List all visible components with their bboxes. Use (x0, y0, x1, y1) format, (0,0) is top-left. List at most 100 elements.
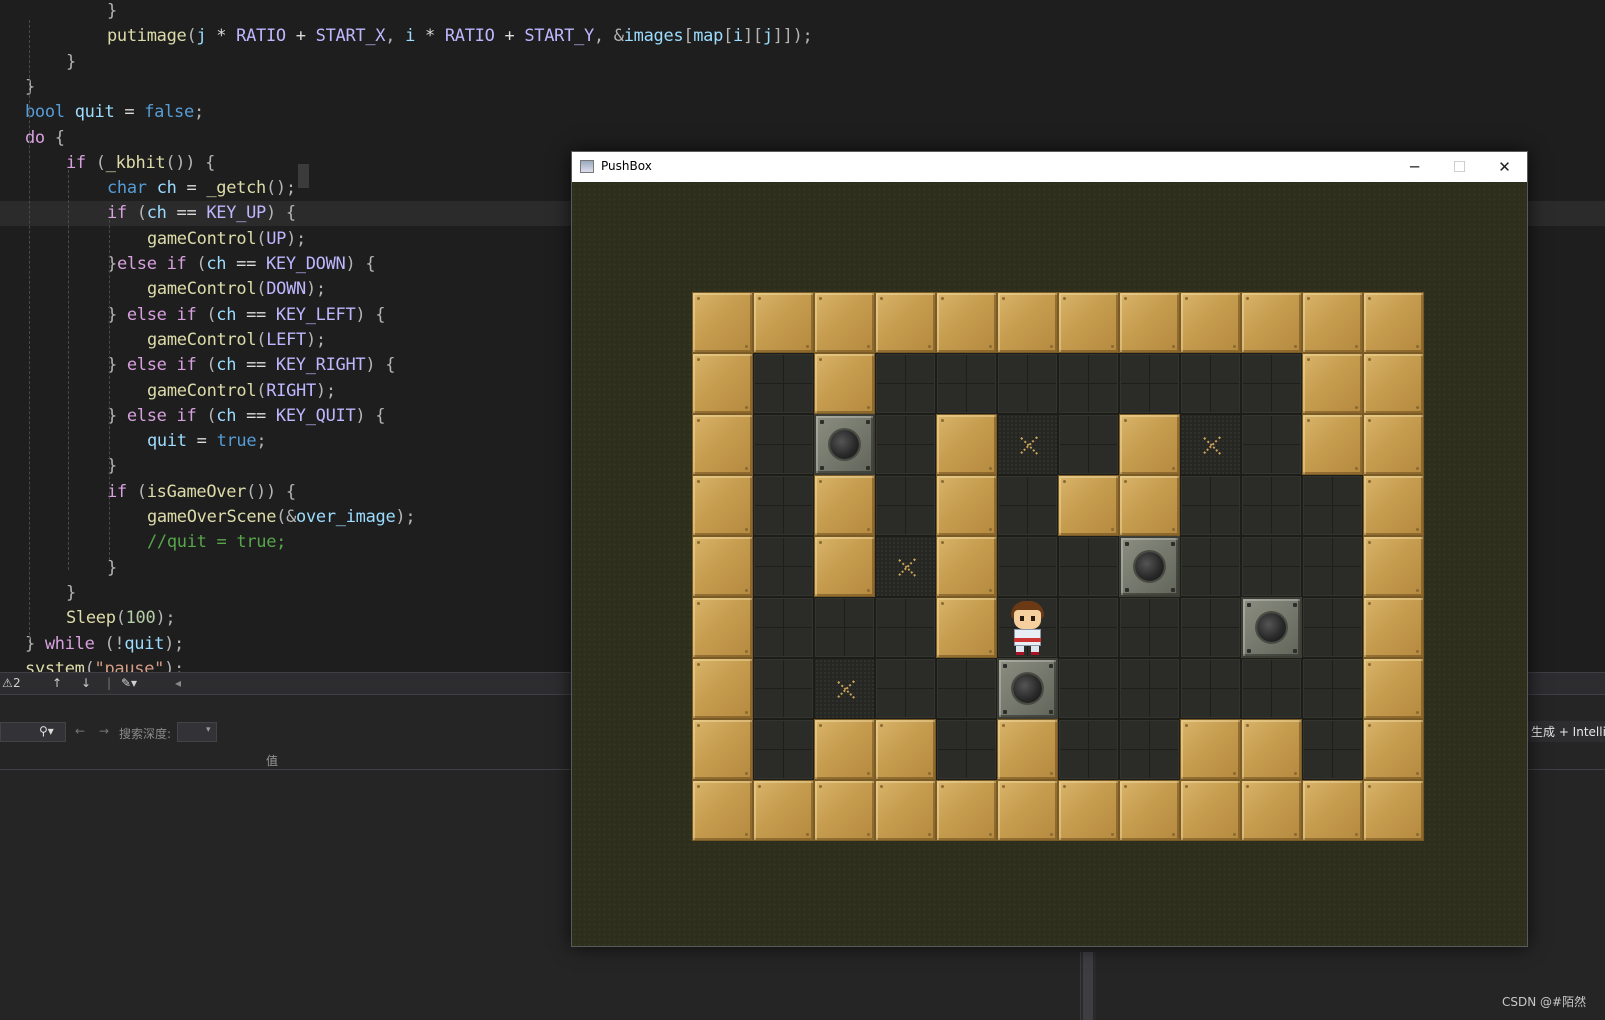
code-token: else if (116, 254, 187, 274)
box-tile (1119, 536, 1180, 597)
next-issue-icon[interactable]: ↓ (81, 676, 91, 690)
wall-tile (875, 719, 936, 780)
floor-tile (875, 353, 936, 414)
code-token: = (176, 178, 207, 199)
code-token: == (236, 405, 276, 426)
code-token: KEY_LEFT (275, 304, 356, 325)
box-rivet (1049, 710, 1053, 714)
box-rivet (866, 466, 870, 470)
floor-tile (875, 658, 936, 719)
warning-triangle-icon[interactable]: ⚠ (2, 676, 13, 690)
wall-tile (1302, 292, 1363, 353)
code-token: , & (593, 26, 624, 47)
scroll-left-icon[interactable]: ◂ (175, 676, 181, 690)
code-line[interactable]: do { (0, 126, 1605, 151)
code-token: ) { (355, 405, 386, 426)
code-token: ); (164, 633, 184, 654)
code-token: * (206, 26, 237, 47)
code-line[interactable]: putimage(j * RATIO + START_X, i * RATIO … (0, 24, 1605, 49)
wall-tile (1363, 475, 1424, 536)
floor-tile (1241, 658, 1302, 719)
floor-tile (1119, 719, 1180, 780)
code-token: quit (74, 102, 115, 123)
code-token: ( (186, 26, 197, 47)
search-depth-select[interactable]: ▾ (177, 722, 217, 742)
code-token: KEY_RIGHT (275, 355, 366, 376)
code-token: ]]); (772, 26, 813, 47)
pushbox-window[interactable]: PushBox ─ ☐ ✕ (571, 151, 1528, 947)
target-marker-icon (897, 558, 916, 577)
wall-tile (1363, 597, 1424, 658)
box-rivet (1247, 649, 1251, 653)
wall-tile (1363, 414, 1424, 475)
game-canvas[interactable] (572, 182, 1527, 946)
wall-tile (936, 597, 997, 658)
wall-tile (692, 658, 753, 719)
code-token: system (25, 658, 85, 672)
wall-tile (692, 536, 753, 597)
code-line[interactable]: } (0, 0, 1605, 24)
close-button[interactable]: ✕ (1482, 152, 1527, 182)
search-input[interactable]: ⚲▾ (0, 722, 66, 742)
floor-tile (1058, 536, 1119, 597)
player-leg (1031, 646, 1039, 655)
window-title-bar[interactable]: PushBox ─ ☐ ✕ (572, 152, 1527, 182)
floor-tile (753, 719, 814, 780)
code-token: ( (115, 608, 126, 629)
back-arrow-icon[interactable]: ← (75, 724, 85, 738)
code-token: _kbhit (105, 152, 166, 173)
code-token: else if (126, 405, 197, 426)
warning-count[interactable]: 2 (13, 676, 21, 690)
floor-tile (1058, 719, 1119, 780)
code-token: Sleep (66, 608, 116, 629)
code-token: ( (196, 405, 217, 426)
code-token: while (44, 633, 95, 654)
floor-tile (1241, 536, 1302, 597)
code-line[interactable]: } (0, 75, 1605, 100)
target-marker-icon (1202, 436, 1221, 455)
separator: | (107, 676, 112, 690)
floor-tile (1058, 353, 1119, 414)
wall-tile (1119, 414, 1180, 475)
maximize-button[interactable]: ☐ (1437, 152, 1482, 182)
floor-tile (753, 536, 814, 597)
wall-tile (1302, 414, 1363, 475)
box-rivet (1293, 603, 1297, 607)
code-token: j (196, 26, 207, 47)
box-hole (1135, 552, 1164, 581)
forward-arrow-icon[interactable]: → (99, 724, 109, 738)
wall-tile (692, 475, 753, 536)
code-token: i (733, 26, 743, 47)
floor-tile (753, 353, 814, 414)
code-token: == (236, 304, 276, 325)
watermark: CSDN @#陌然 (1502, 995, 1587, 1009)
scrollbar-thumb[interactable] (1083, 952, 1093, 1020)
wall-tile (692, 719, 753, 780)
code-line[interactable]: } (0, 50, 1605, 75)
code-token: ch (146, 203, 167, 224)
wall-tile (1180, 780, 1241, 841)
code-line[interactable]: bool quit = false; (0, 100, 1605, 125)
code-token: ()) { (165, 152, 216, 173)
box-rivet (1171, 588, 1175, 592)
floor-tile (997, 536, 1058, 597)
box-rivet (1125, 542, 1129, 546)
code-token: START_Y (524, 26, 594, 47)
floor-tile (1180, 597, 1241, 658)
code-token: ); (155, 608, 176, 629)
code-token: ch (156, 178, 177, 199)
box-rivet (1247, 603, 1251, 607)
floor-tile (875, 414, 936, 475)
value-column-header[interactable]: 值 (266, 752, 278, 769)
search-depth-label: 搜索深度: (119, 727, 172, 741)
code-token: _getch (206, 178, 266, 199)
code-token: RIGHT (266, 380, 316, 401)
minimize-button[interactable]: ─ (1392, 152, 1437, 182)
previous-issue-icon[interactable]: ↑ (52, 676, 62, 690)
build-intellisense-filter[interactable]: 生成 + Intelli (1527, 721, 1605, 742)
code-token: ); (305, 279, 326, 300)
code-token: map (693, 26, 724, 47)
code-cleanup-icon[interactable]: ✎▾ (121, 676, 137, 690)
